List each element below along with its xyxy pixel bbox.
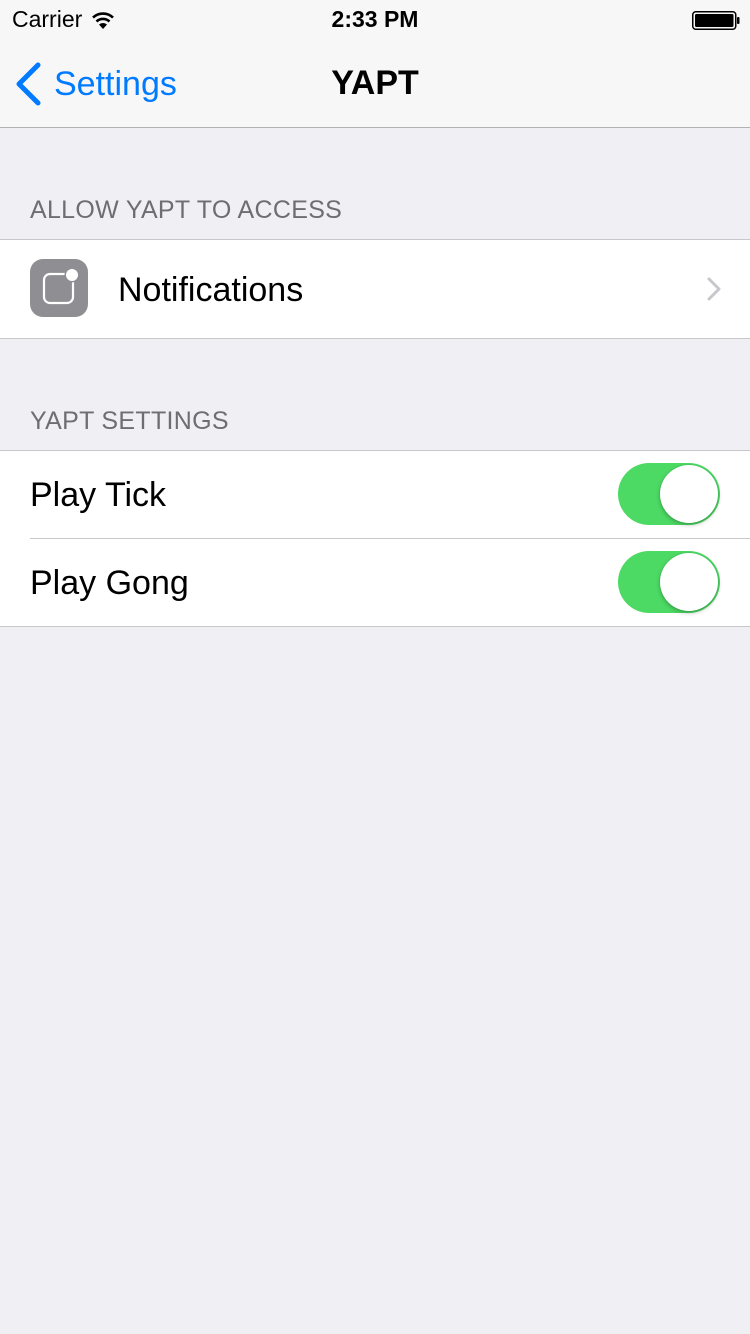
section-header-settings: YAPT SETTINGS [30, 407, 229, 435]
notifications-label: Notifications [118, 271, 304, 309]
clock: 2:33 PM [331, 6, 419, 32]
settings-group: Play Tick Play Gong [0, 450, 750, 627]
notifications-row[interactable]: Notifications [0, 240, 750, 338]
access-group: Notifications [0, 239, 750, 339]
play-gong-label: Play Gong [30, 564, 189, 602]
battery-full-icon [692, 11, 740, 30]
notifications-icon [30, 259, 88, 317]
play-tick-toggle[interactable] [618, 463, 720, 525]
top-bar: Carrier 2:33 PM Settings YAPT [0, 0, 750, 128]
chevron-right-icon [707, 277, 721, 301]
settings-screen: Carrier 2:33 PM Settings YAPT ALLOW YAPT… [0, 0, 750, 1334]
status-bar: Carrier 2:33 PM [0, 0, 750, 40]
play-gong-toggle[interactable] [618, 551, 720, 613]
section-header-access: ALLOW YAPT TO ACCESS [30, 196, 343, 224]
play-tick-label: Play Tick [30, 476, 167, 514]
notifications-glyph-icon [42, 267, 80, 305]
play-tick-row: Play Tick [0, 451, 750, 539]
navigation-bar: Settings YAPT [0, 40, 750, 128]
toggle-knob [660, 553, 718, 611]
page-title: YAPT [331, 64, 419, 102]
play-gong-row: Play Gong [0, 539, 750, 626]
toggle-knob [660, 465, 718, 523]
